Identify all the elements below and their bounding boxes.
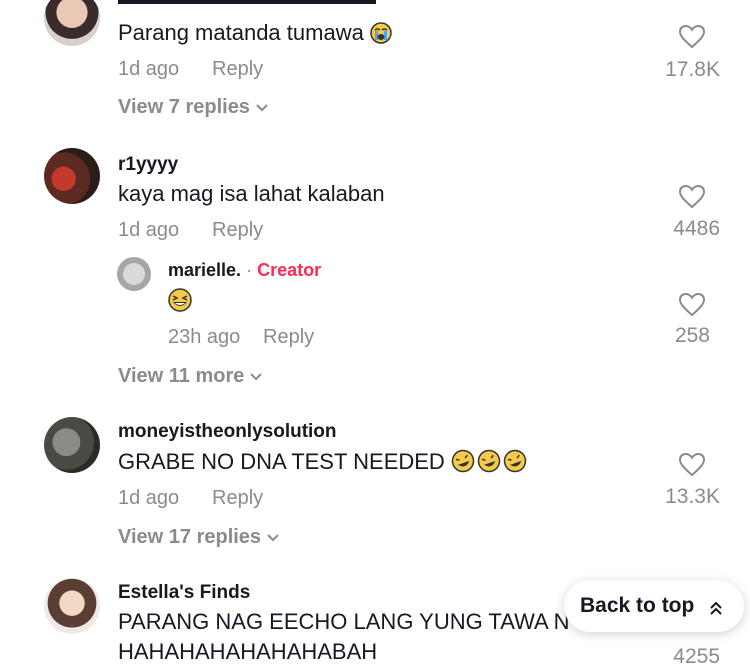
loudly-crying-face-icon	[370, 22, 392, 50]
avatar[interactable]	[44, 148, 100, 204]
comment-time: 1d ago	[118, 219, 180, 241]
avatar[interactable]	[117, 257, 151, 291]
chevron-down-icon	[267, 534, 279, 542]
chevron-down-icon	[256, 104, 268, 112]
comment-username[interactable]: moneyistheonlysolution	[118, 421, 337, 443]
view-replies-button[interactable]: View 17 replies	[118, 526, 279, 549]
comment-username[interactable]: r1yyyy	[118, 154, 178, 176]
avatar[interactable]	[44, 578, 100, 634]
like-count: 4486	[673, 217, 720, 240]
like-heart-icon[interactable]	[678, 24, 706, 50]
reply-button[interactable]: Reply	[263, 326, 314, 349]
back-to-top-button[interactable]: Back to top	[564, 580, 744, 632]
reply-button[interactable]: Reply	[212, 219, 263, 242]
creator-badge: Creator	[257, 260, 322, 280]
comment-time: 1d ago	[118, 487, 180, 509]
like-count: 258	[674, 324, 710, 347]
chevron-down-icon	[250, 373, 263, 381]
view-replies-button[interactable]: View 7 replies	[118, 96, 268, 119]
like-count: 4255	[673, 645, 720, 668]
reply-username[interactable]: marielle. · Creator	[168, 260, 321, 281]
comment-username[interactable]: Estella's Finds	[118, 582, 250, 604]
avatar[interactable]	[44, 417, 100, 473]
comment-text: GRABE NO DNA TEST NEEDED	[118, 449, 529, 475]
grinning-squinting-face-icon	[168, 288, 192, 318]
view-more-button[interactable]: View 11 more	[118, 365, 263, 388]
reply-button[interactable]: Reply	[212, 487, 263, 510]
like-heart-icon[interactable]	[678, 452, 706, 478]
rolling-on-floor-laughing-icon	[451, 449, 529, 474]
double-chevron-up-icon	[710, 597, 722, 621]
comment-text: HAHAHAHAHAHAHABAH	[118, 639, 378, 664]
avatar[interactable]	[44, 0, 100, 46]
like-count: 17.8K	[665, 58, 720, 81]
comment-text: PARANG NAG EECHO LANG YUNG TAWA NI	[118, 609, 570, 634]
reply-emoji	[168, 288, 192, 318]
like-heart-icon[interactable]	[678, 292, 706, 318]
like-count: 13.3K	[665, 485, 720, 508]
comment-text: Parang matanda tumawa	[118, 20, 392, 50]
like-heart-icon[interactable]	[678, 184, 706, 210]
divider	[118, 0, 376, 4]
comment-time: 1d ago	[118, 58, 180, 80]
reply-button[interactable]: Reply	[212, 58, 263, 81]
comment-text: kaya mag isa lahat kalaban	[118, 181, 385, 206]
reply-time: 23h ago	[168, 326, 241, 348]
